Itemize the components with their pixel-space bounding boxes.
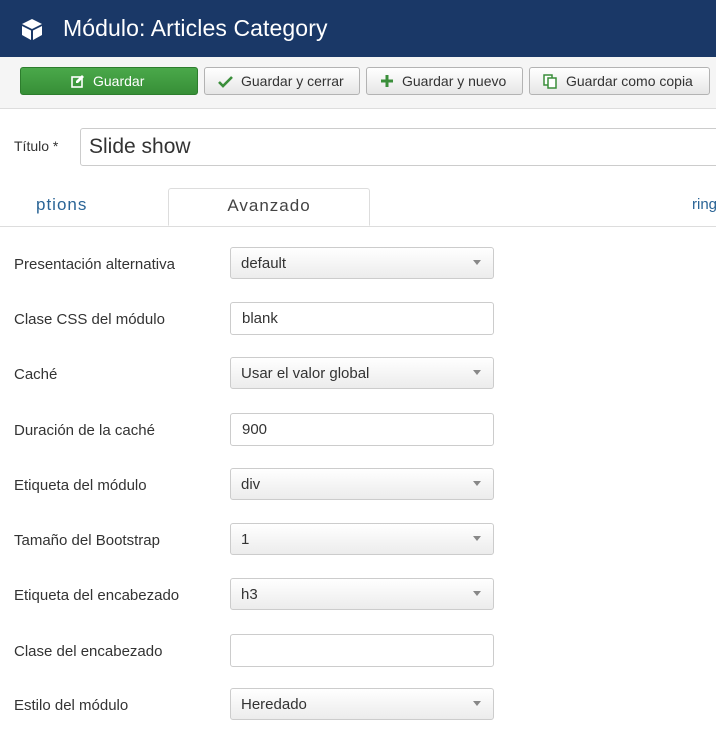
copy-icon	[543, 73, 558, 89]
field-cache: Caché Usar el valor global	[0, 357, 716, 391]
save-close-label: Guardar y cerrar	[241, 73, 344, 89]
field-bootstrap-size: Tamaño del Bootstrap 1	[0, 523, 716, 557]
page-header: Módulo: Articles Category	[0, 0, 716, 57]
bootstrap-size-label: Tamaño del Bootstrap	[14, 532, 160, 549]
check-icon	[218, 75, 233, 88]
field-module-class: Clase CSS del módulo	[0, 302, 716, 336]
toolbar: Guardar Guardar y cerrar Guardar y nuevo…	[0, 57, 716, 109]
cube-icon	[19, 16, 45, 42]
save-new-label: Guardar y nuevo	[402, 73, 507, 89]
header-class-label: Clase del encabezado	[14, 643, 163, 660]
module-tag-label: Etiqueta del módulo	[14, 477, 147, 494]
module-style-label: Estilo del módulo	[14, 697, 129, 714]
save-close-button[interactable]: Guardar y cerrar	[204, 67, 360, 95]
module-tag-value: div	[241, 476, 261, 493]
save-button[interactable]: Guardar	[20, 67, 198, 95]
module-class-input[interactable]	[230, 302, 494, 335]
field-layout: Presentación alternativa default	[0, 247, 716, 281]
save-copy-button[interactable]: Guardar como copia	[529, 67, 710, 95]
header-tag-value: h3	[241, 586, 258, 603]
cache-select[interactable]: Usar el valor global	[230, 357, 494, 389]
title-input[interactable]	[80, 128, 716, 166]
dropdown-arrow-icon	[473, 260, 481, 265]
field-module-tag: Etiqueta del módulo div	[0, 468, 716, 502]
title-row: Título *	[0, 128, 716, 166]
plus-icon	[380, 74, 394, 88]
cache-label: Caché	[14, 366, 58, 383]
layout-select[interactable]: default	[230, 247, 494, 279]
tab-bar: ptions Avanzado ring	[0, 186, 716, 227]
tab-avanzado[interactable]: Avanzado	[168, 188, 370, 226]
page-title: Módulo: Articles Category	[63, 15, 328, 41]
layout-value: default	[241, 255, 287, 272]
bootstrap-size-value: 1	[241, 531, 250, 548]
module-style-value: Heredado	[241, 696, 307, 713]
header-class-input[interactable]	[230, 634, 494, 667]
save-new-button[interactable]: Guardar y nuevo	[366, 67, 523, 95]
cache-time-input[interactable]	[230, 413, 494, 446]
bootstrap-size-select[interactable]: 1	[230, 523, 494, 555]
module-style-select[interactable]: Heredado	[230, 688, 494, 720]
dropdown-arrow-icon	[473, 701, 481, 706]
dropdown-arrow-icon	[473, 591, 481, 596]
tab-next[interactable]: ring	[692, 196, 716, 213]
header-tag-select[interactable]: h3	[230, 578, 494, 610]
tab-options[interactable]: ptions	[36, 195, 87, 215]
field-header-class: Clase del encabezado	[0, 634, 716, 668]
layout-label: Presentación alternativa	[14, 256, 175, 273]
field-module-style: Estilo del módulo Heredado	[0, 688, 716, 722]
dropdown-arrow-icon	[473, 370, 481, 375]
dropdown-arrow-icon	[473, 536, 481, 541]
module-tag-select[interactable]: div	[230, 468, 494, 500]
header-tag-label: Etiqueta del encabezado	[14, 587, 180, 604]
module-class-label: Clase CSS del módulo	[14, 311, 165, 328]
field-header-tag: Etiqueta del encabezado h3	[0, 578, 716, 612]
dropdown-arrow-icon	[473, 481, 481, 486]
edit-icon	[71, 74, 85, 88]
field-cache-time: Duración de la caché	[0, 413, 716, 447]
save-copy-label: Guardar como copia	[566, 73, 693, 89]
title-label: Título *	[14, 138, 59, 154]
cache-value: Usar el valor global	[241, 365, 370, 382]
save-button-label: Guardar	[93, 73, 145, 89]
cache-time-label: Duración de la caché	[14, 422, 155, 439]
